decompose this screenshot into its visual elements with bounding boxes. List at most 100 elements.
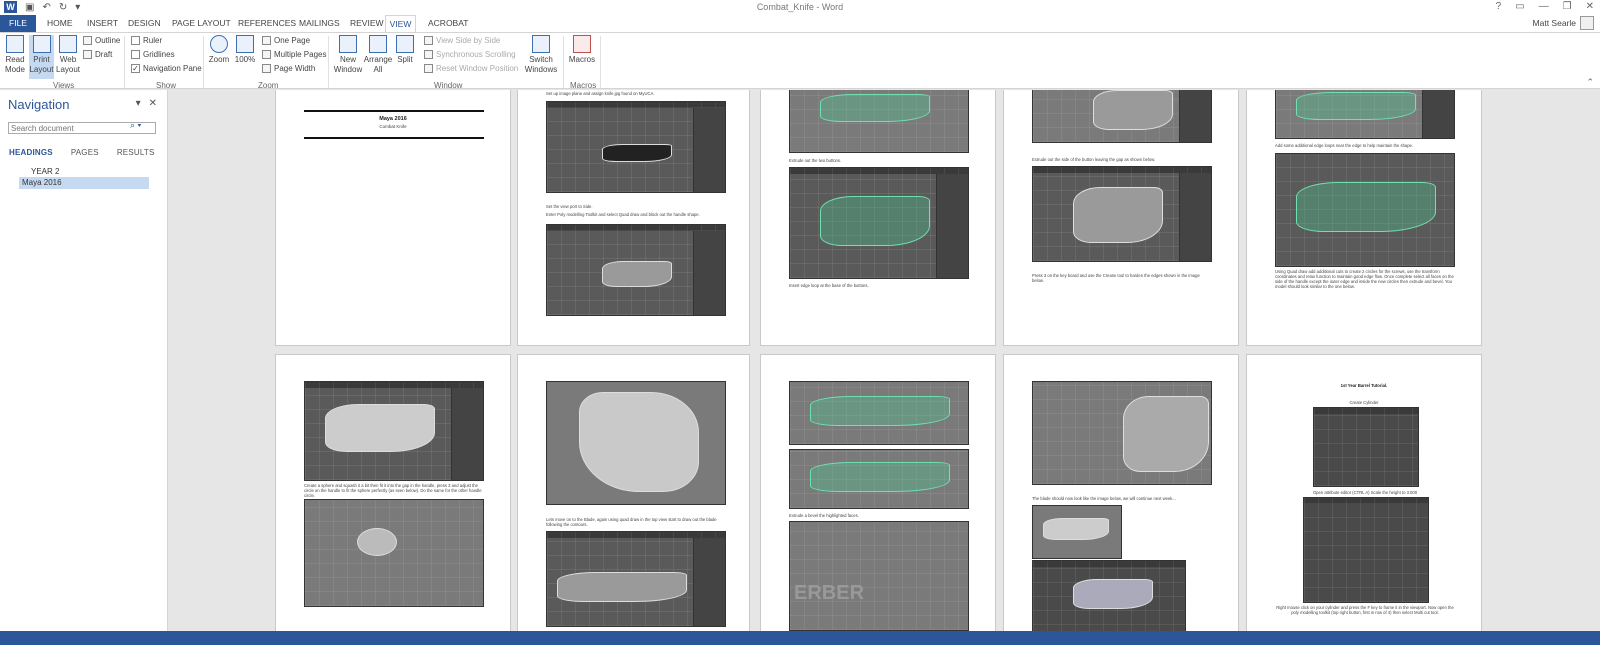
screenshot-image xyxy=(304,499,484,607)
ribbon-tabs: FILE HOME INSERT DESIGN PAGE LAYOUT REFE… xyxy=(0,15,1600,33)
screenshot-image xyxy=(546,101,726,193)
avatar[interactable] xyxy=(1580,16,1594,30)
web-layout-icon xyxy=(59,35,77,53)
close-icon[interactable]: ✕ xyxy=(1586,1,1594,12)
heading-maya-2016[interactable]: Maya 2016 xyxy=(19,177,149,189)
caption: Set the view port to Side. xyxy=(546,204,593,209)
tab-view[interactable]: VIEW xyxy=(385,15,416,33)
nav-title: Navigation xyxy=(8,97,70,112)
tab-references[interactable]: REFERENCES xyxy=(238,18,296,28)
nav-tab-results[interactable]: RESULTS xyxy=(117,148,155,157)
macros-label: Macros xyxy=(568,55,596,64)
multiple-pages-button[interactable]: Multiple Pages xyxy=(262,50,326,59)
synchronous-scrolling-label: Synchronous Scrolling xyxy=(436,50,516,59)
nav-close-icon[interactable]: ✕ xyxy=(149,98,157,109)
separator xyxy=(563,36,564,88)
navigation-pane-checkbox[interactable]: ✓ Navigation Pane xyxy=(131,64,202,73)
split-button[interactable]: Split xyxy=(395,35,415,65)
search-icon[interactable]: ⌕ ▾ xyxy=(130,120,141,131)
zoom-100-icon xyxy=(236,35,254,53)
minimize-icon[interactable]: — xyxy=(1539,1,1549,12)
tab-mailings[interactable]: MAILINGS xyxy=(299,18,340,28)
gridlines-label: Gridlines xyxy=(143,50,175,59)
user-name[interactable]: Matt Searle xyxy=(1533,18,1576,28)
document-area[interactable]: Maya 2016 Combat Knife Set up image plan… xyxy=(169,90,1600,645)
view-side-by-side-button[interactable]: View Side by Side xyxy=(424,36,500,45)
screenshot-image xyxy=(789,90,969,153)
nav-tab-headings[interactable]: HEADINGS xyxy=(9,148,53,157)
tab-review[interactable]: REVIEW xyxy=(350,18,384,28)
caption: The blade should now look like the image… xyxy=(1032,496,1176,501)
screenshot-image xyxy=(1313,407,1419,487)
page-width-button[interactable]: Page Width xyxy=(262,64,315,73)
screenshot-image xyxy=(1275,90,1455,139)
screenshot-image: ERBER xyxy=(789,521,969,631)
switch-windows-button[interactable]: Switch Windows xyxy=(523,35,559,75)
screenshot-image xyxy=(1032,505,1122,559)
caption: Extrude out the two buttons. xyxy=(789,158,842,163)
window-group-label: Window xyxy=(434,81,463,90)
tab-home[interactable]: HOME xyxy=(47,18,73,28)
ruler-checkbox[interactable]: Ruler xyxy=(131,36,162,45)
one-page-button[interactable]: One Page xyxy=(262,36,310,45)
heading-year-2[interactable]: YEAR 2 xyxy=(31,167,59,176)
show-group-label: Show xyxy=(156,81,177,90)
ruler-label: Ruler xyxy=(143,36,163,45)
caption: Right mouse click on your cylinder and p… xyxy=(1276,605,1454,615)
nav-options-icon[interactable]: ▾ xyxy=(136,98,141,109)
screenshot-image xyxy=(546,224,726,316)
screenshot-image xyxy=(789,167,969,279)
restore-icon[interactable]: ❐ xyxy=(1563,1,1572,12)
read-mode-button[interactable]: Read Mode xyxy=(3,35,27,75)
reset-window-position-button[interactable]: Reset Window Position xyxy=(424,64,518,73)
zoom-button[interactable]: Zoom xyxy=(208,35,230,65)
caption: Extrude a bevel the highlighted faces. xyxy=(789,513,859,518)
screenshot-image xyxy=(304,381,484,481)
macros-group-label: Macros xyxy=(570,81,597,90)
gridlines-checkbox[interactable]: Gridlines xyxy=(131,50,175,59)
caption: Press 3 on the key board and use the Cre… xyxy=(1032,273,1200,283)
synchronous-scrolling-button[interactable]: Synchronous Scrolling xyxy=(424,50,516,59)
split-icon xyxy=(396,35,414,53)
ruler-check-icon xyxy=(131,36,140,45)
help-icon[interactable]: ? xyxy=(1496,1,1502,12)
tab-insert[interactable]: INSERT xyxy=(87,18,118,28)
caption: Extrude out the side of the button leavi… xyxy=(1032,157,1156,162)
read-mode-label: Read Mode xyxy=(4,55,25,74)
title-bar: W ▣ ↶ ↻ ▾ Combat_Knife - Word ? ▭ — ❐ ✕ xyxy=(0,0,1600,15)
print-layout-button[interactable]: Print Layout xyxy=(29,35,54,79)
views-group-label: Views xyxy=(53,81,75,90)
new-window-label: New Window xyxy=(333,55,363,74)
zoom-100-button[interactable]: 100% xyxy=(234,35,256,65)
view-side-by-side-label: View Side by Side xyxy=(436,36,501,45)
draft-button[interactable]: Draft xyxy=(83,50,112,59)
macros-button[interactable]: Macros xyxy=(568,35,596,65)
tab-file[interactable]: FILE xyxy=(0,15,36,32)
tab-page-layout[interactable]: PAGE LAYOUT xyxy=(172,18,231,28)
new-window-button[interactable]: New Window xyxy=(333,35,363,75)
tab-acrobat[interactable]: ACROBAT xyxy=(428,18,468,28)
one-page-icon xyxy=(262,36,271,45)
nav-tabs: HEADINGS PAGES RESULTS xyxy=(9,148,155,157)
caption: Create Cylinder xyxy=(1349,400,1379,405)
tab-design[interactable]: DESIGN xyxy=(128,18,161,28)
web-layout-label: Web Layout xyxy=(56,55,81,74)
macros-icon xyxy=(573,35,591,53)
arrange-all-button[interactable]: Arrange All xyxy=(363,35,393,75)
reset-position-icon xyxy=(424,64,433,73)
screenshot-image xyxy=(1032,560,1186,640)
reset-window-position-label: Reset Window Position xyxy=(436,64,519,73)
web-layout-button[interactable]: Web Layout xyxy=(56,35,80,75)
page-10: 1st Year Barrel Tutorial. Create Cylinde… xyxy=(1246,354,1482,644)
screenshot-image xyxy=(789,381,969,445)
nav-tab-pages[interactable]: PAGES xyxy=(71,148,99,157)
collapse-ribbon-icon[interactable]: ⌃ xyxy=(1586,77,1594,88)
split-label: Split xyxy=(397,55,413,64)
ribbon-display-icon[interactable]: ▭ xyxy=(1515,1,1524,12)
caption: Open attribute editor (CTRL A) Scale the… xyxy=(1312,490,1418,495)
caption: Set up image plane and assign knife.jpg … xyxy=(546,91,655,96)
knife-watermark-text: ERBER xyxy=(794,582,865,604)
window-controls: ? ▭ — ❐ ✕ xyxy=(1496,1,1594,12)
status-bar xyxy=(0,631,1600,645)
outline-button[interactable]: Outline xyxy=(83,36,120,45)
